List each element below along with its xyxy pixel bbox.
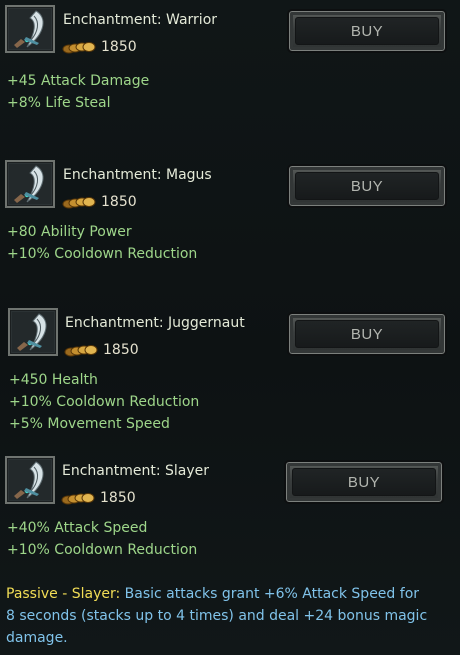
buy-button-label: BUY — [295, 320, 439, 348]
price-row: 1850 — [64, 341, 139, 359]
item-title: Enchantment: Warrior — [63, 12, 218, 28]
buy-button-label: BUY — [295, 17, 439, 45]
item-title: Enchantment: Juggernaut — [65, 315, 245, 331]
item-title: Enchantment: Slayer — [62, 463, 210, 479]
item-title: Enchantment: Magus — [63, 167, 212, 183]
stat-line: +40% Attack Speed — [7, 520, 148, 536]
curved-blade-icon — [5, 5, 55, 53]
passive-description: Passive - Slayer: Basic attacks grant +6… — [6, 583, 431, 649]
buy-button-label: BUY — [295, 172, 439, 200]
curved-blade-icon — [5, 160, 55, 208]
price-text: 1850 — [100, 490, 136, 506]
price-row: 1850 — [62, 193, 137, 211]
stat-line: +10% Cooldown Reduction — [7, 246, 198, 262]
gold-coins-icon — [64, 345, 98, 357]
stat-line: +8% Life Steal — [7, 95, 111, 111]
stat-line: +10% Cooldown Reduction — [7, 542, 198, 558]
gold-coins-icon — [62, 42, 96, 54]
stat-line: +5% Movement Speed — [9, 416, 170, 432]
buy-button-label: BUY — [292, 468, 436, 496]
gold-coins-icon — [61, 493, 95, 505]
stat-line: +10% Cooldown Reduction — [9, 394, 200, 410]
price-text: 1850 — [101, 39, 137, 55]
buy-button-magus[interactable]: BUY — [287, 164, 447, 208]
passive-label: Passive - Slayer: — [6, 586, 121, 602]
stat-line: +80 Ability Power — [7, 224, 132, 240]
price-text: 1850 — [101, 194, 137, 210]
gold-coins-icon — [62, 197, 96, 209]
buy-button-warrior[interactable]: BUY — [287, 9, 447, 53]
buy-button-slayer[interactable]: BUY — [284, 460, 444, 504]
curved-blade-icon — [5, 456, 55, 504]
enchantment-shop-list: Enchantment: Warrior 1850 BUY +45 Attack… — [0, 0, 460, 655]
price-row: 1850 — [61, 489, 136, 507]
stat-line: +45 Attack Damage — [7, 73, 150, 89]
price-text: 1850 — [103, 342, 139, 358]
stat-line: +450 Health — [9, 372, 98, 388]
buy-button-juggernaut[interactable]: BUY — [287, 312, 447, 356]
curved-blade-icon — [8, 308, 58, 356]
price-row: 1850 — [62, 38, 137, 56]
